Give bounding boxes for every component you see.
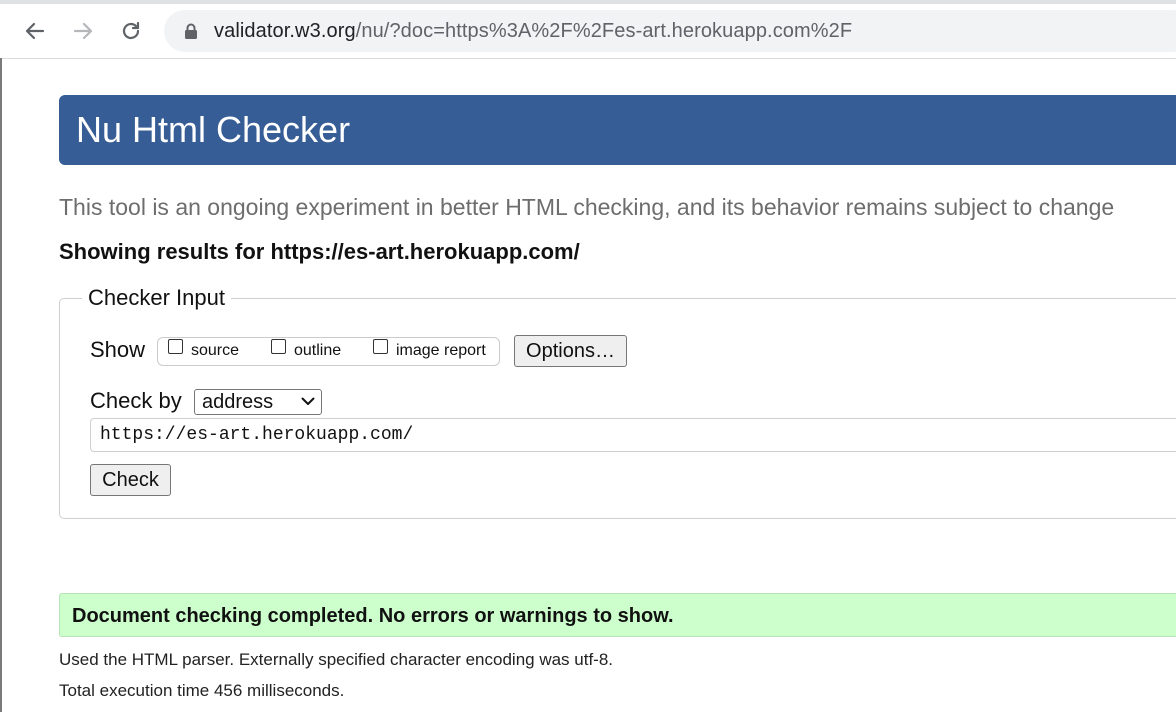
options-button[interactable]: Options… xyxy=(514,335,627,367)
url-path: /nu/?doc=https%3A%2F%2Fes-art.herokuapp.… xyxy=(355,20,853,42)
url-host: validator.w3.org xyxy=(214,20,356,42)
document-url-value: https://es-art.herokuapp.com/ xyxy=(100,425,414,445)
outline-checkbox-label[interactable]: outline xyxy=(294,342,341,360)
source-checkbox-label[interactable]: source xyxy=(191,342,239,360)
check-by-selected-value: address xyxy=(202,391,274,413)
outline-checkbox[interactable] xyxy=(271,339,286,354)
parser-info: Used the HTML parser. Externally specifi… xyxy=(59,650,614,669)
success-message: Document checking completed. No errors o… xyxy=(72,605,674,627)
source-checkbox[interactable] xyxy=(168,339,183,354)
check-button[interactable]: Check xyxy=(90,464,171,496)
back-arrow-icon xyxy=(25,22,45,40)
checker-input-legend: Checker Input xyxy=(82,285,231,311)
address-bar[interactable]: validator.w3.org/nu/?doc=https%3A%2F%2Fe… xyxy=(164,10,1176,52)
document-url-input[interactable]: https://es-art.herokuapp.com/ xyxy=(90,418,1176,452)
browser-toolbar: validator.w3.org/nu/?doc=https%3A%2F%2Fe… xyxy=(0,4,1176,59)
header-banner: Nu Html Checker xyxy=(59,95,1176,165)
reload-button[interactable] xyxy=(115,13,147,49)
image-report-checkbox[interactable] xyxy=(373,339,388,354)
forward-arrow-icon xyxy=(73,22,93,40)
execution-time: Total execution time 456 milliseconds. xyxy=(59,681,345,700)
reload-icon xyxy=(122,21,140,40)
showing-results-heading: Showing results for https://es-art.herok… xyxy=(59,239,580,264)
page-title: Nu Html Checker xyxy=(76,109,351,150)
window-edge xyxy=(0,58,2,712)
show-label: Show xyxy=(90,337,146,362)
forward-button[interactable] xyxy=(67,13,99,49)
subtitle: This tool is an ongoing experiment in be… xyxy=(59,194,1115,220)
image-report-checkbox-label[interactable]: image report xyxy=(396,342,486,360)
check-by-select[interactable]: address xyxy=(194,389,322,415)
address-url[interactable]: validator.w3.org/nu/?doc=https%3A%2F%2Fe… xyxy=(214,20,852,43)
check-by-label: Check by xyxy=(90,388,182,413)
lock-icon xyxy=(185,23,197,39)
chevron-down-icon xyxy=(301,397,315,405)
back-button[interactable] xyxy=(19,13,51,49)
success-message-box: Document checking completed. No errors o… xyxy=(59,593,1176,637)
